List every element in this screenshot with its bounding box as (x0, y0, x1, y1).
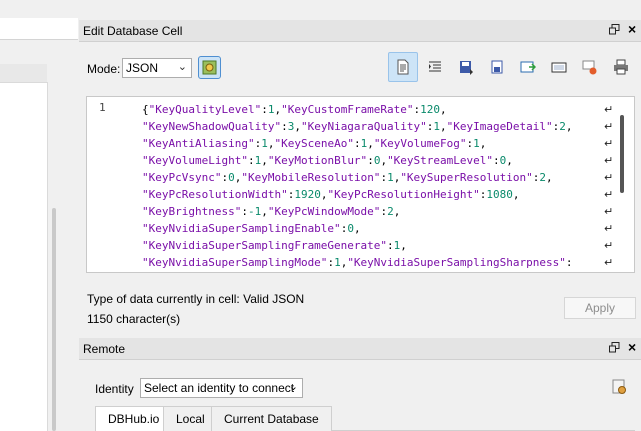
left-pane-row[interactable] (0, 64, 47, 84)
code-line: "KeyAntiAliasing":1,"KeySceneAo":1,"KeyV… (142, 137, 487, 150)
mode-label: Mode: (87, 62, 121, 76)
wrap-marker-icon: ↵ (604, 103, 614, 116)
identity-label: Identity (95, 382, 134, 396)
code-line: "KeyPcVsync":0,"KeyMobileResolution":1,"… (142, 171, 553, 184)
wrap-marker-icon: ↵ (604, 188, 614, 201)
wrap-marker-icon: ↵ (604, 205, 614, 218)
print-button[interactable] (606, 52, 636, 82)
close-icon[interactable]: × (628, 339, 636, 355)
export-icon (491, 60, 503, 74)
restore-window-icon[interactable] (609, 24, 620, 35)
word-wrap-icon (397, 59, 409, 75)
close-icon[interactable]: × (628, 21, 636, 37)
line-number-gutter: 1 (87, 97, 137, 272)
auto-format-button[interactable] (198, 56, 221, 79)
word-wrap-button[interactable] (388, 52, 418, 82)
remote-action-button[interactable] (610, 378, 630, 398)
mode-select[interactable]: JSON ⌄ (122, 58, 192, 78)
wrap-marker-icon: ↵ (604, 120, 614, 133)
identity-select[interactable]: Select an identity to connect ⌄ (140, 378, 303, 398)
certificate-icon (612, 379, 626, 394)
code-line: "KeyNvidiaSuperSamplingEnable":0, (142, 222, 361, 235)
wrap-marker-icon: ↵ (604, 137, 614, 150)
tab-current-database[interactable]: Current Database (211, 406, 332, 431)
editor-scrollbar[interactable] (620, 115, 624, 193)
code-line: "KeyVolumeLight":1,"KeyMotionBlur":0,"Ke… (142, 154, 513, 167)
remote-titlebar: Remote × (79, 338, 641, 360)
remote-tab-bar: DBHub.io Local Current Database (95, 406, 635, 431)
apply-button[interactable]: Apply (564, 297, 636, 319)
code-area[interactable]: {"KeyQualityLevel":1,"KeyCustomFrameRate… (142, 101, 602, 272)
wrap-marker-icon: ↵ (604, 171, 614, 184)
code-line: "KeyNewShadowQuality":3,"KeyNiagaraQuali… (142, 120, 573, 133)
restore-window-icon[interactable] (609, 342, 620, 353)
code-line: "KeyBrightness":-1,"KeyPcWindowMode":2, (142, 205, 401, 218)
json-editor[interactable]: 1 {"KeyQualityLevel":1,"KeyCustomFrameRa… (86, 96, 635, 273)
code-line: "KeyNvidiaSuperSamplingMode":1,"KeyNvidi… (142, 256, 573, 269)
chevron-down-icon: ⌄ (288, 381, 298, 393)
identity-select-value: Select an identity to connect (144, 381, 295, 395)
remote-title: Remote (83, 342, 126, 356)
auto-format-icon (202, 60, 217, 75)
left-pane-header (0, 18, 78, 40)
import-button[interactable] (451, 52, 481, 82)
wrap-marker-icon: ↵ (604, 222, 614, 235)
code-line: "KeyPcResolutionWidth":1920,"KeyPcResolu… (142, 188, 520, 201)
edit-cell-titlebar: Edit Database Cell × (79, 20, 641, 42)
code-line: 0,"KeyNvidiaReflex":1,"KeyFsrEnable":1 (142, 271, 602, 272)
character-count: 1150 character(s) (87, 312, 181, 326)
tab-local[interactable]: Local (163, 406, 218, 431)
tab-dbhub[interactable]: DBHub.io (95, 406, 173, 431)
line-number: 1 (99, 101, 106, 114)
open-external-button[interactable] (544, 52, 574, 82)
editor-toolbar (388, 52, 633, 82)
code-line: {"KeyQualityLevel":1,"KeyCustomFrameRate… (142, 103, 447, 116)
left-pane-list[interactable] (0, 82, 48, 431)
set-null-icon (520, 61, 536, 73)
export-button[interactable] (482, 52, 512, 82)
edit-cell-title: Edit Database Cell (83, 24, 183, 38)
print-icon (614, 59, 628, 75)
wrap-marker-icon: ↵ (604, 239, 614, 252)
import-icon (460, 61, 473, 75)
wrap-marker-icon: ↵ (604, 154, 614, 167)
set-null-button[interactable] (513, 52, 543, 82)
code-line: "KeyNvidiaSuperSamplingFrameGenerate":1, (142, 239, 407, 252)
indent-button[interactable] (420, 52, 450, 82)
open-external-icon (551, 62, 567, 73)
clear-button[interactable] (575, 52, 605, 82)
cell-type-info: Type of data currently in cell: Valid JS… (87, 292, 305, 306)
wrap-marker-icon: ↵ (604, 256, 614, 269)
clear-icon (582, 60, 597, 75)
chevron-down-icon: ⌄ (177, 61, 187, 73)
mode-select-value: JSON (126, 61, 159, 75)
indent-icon (429, 61, 441, 72)
left-pane-scrollbar[interactable] (52, 208, 56, 431)
left-pane (0, 18, 78, 431)
